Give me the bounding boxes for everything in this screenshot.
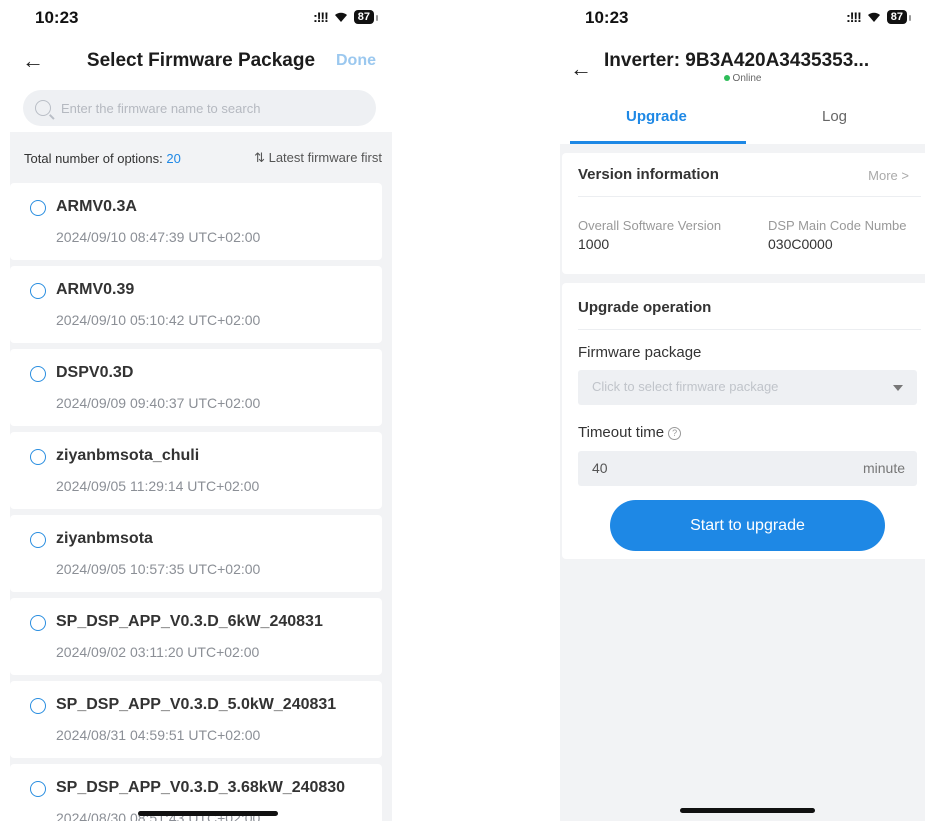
page-title: Select Firmware Package [86,50,316,71]
help-icon[interactable]: ? [668,427,682,440]
radio-button[interactable] [30,698,46,714]
online-label: Online [732,73,762,84]
total-options: Total number of options: 20 [24,151,181,166]
wifi-icon [334,11,348,23]
online-dot-icon [723,75,730,82]
signal-icon: :!!! [313,9,329,25]
timeout-value: 40 [592,460,608,476]
upgrade-operation-title: Upgrade operation [578,299,712,316]
radio-button[interactable] [30,449,46,465]
signal-icon: :!!! [846,9,862,25]
firmware-item[interactable]: ARMV0.39 2024/09/10 05:10:42 UTC+02:00 [10,266,382,343]
device-header: ← Inverter: 9B3A420A3435353... Online [560,36,925,96]
more-link[interactable]: More > [868,168,909,183]
online-status: Online [560,73,925,84]
software-version-label: Overall Software Version [578,218,722,233]
tab-bar: Upgrade Log [560,96,925,144]
chevron-down-icon [893,385,903,391]
firmware-date: 2024/09/05 10:57:35 UTC+02:00 [56,561,261,577]
tab-log[interactable]: Log [822,108,847,125]
device-title: Inverter: 9B3A420A3435353... [604,50,870,71]
firmware-package-placeholder: Click to select firmware package [592,379,779,394]
radio-button[interactable] [30,532,46,548]
firmware-select-screen: 10:23 :!!! 87 ← Select Firmware Package … [10,0,392,821]
firmware-item[interactable]: ARMV0.3A 2024/09/10 08:47:39 UTC+02:00 [10,183,382,260]
total-options-count: 20 [166,150,181,166]
firmware-name: SP_DSP_APP_V0.3.D_6kW_240831 [56,613,323,630]
firmware-item[interactable]: DSPV0.3D 2024/09/09 09:40:37 UTC+02:00 [10,349,382,426]
radio-button[interactable] [30,366,46,382]
firmware-package-label: Firmware package [578,344,702,361]
firmware-name: DSPV0.3D [56,364,134,381]
total-options-label: Total number of options: [24,150,163,166]
firmware-date: 2024/09/10 08:47:39 UTC+02:00 [56,229,261,245]
dsp-code-value: 030C0000 [768,236,833,252]
firmware-name: ARMV0.39 [56,281,135,298]
battery-icon: 87 [886,10,912,24]
firmware-name: SP_DSP_APP_V0.3.D_5.0kW_240831 [56,696,337,713]
software-version-value: 1000 [578,236,610,252]
version-information-card: Version information More > Overall Softw… [562,153,925,274]
divider [578,196,921,197]
upgrade-operation-card: Upgrade operation Firmware package Click… [562,283,925,559]
radio-button[interactable] [30,781,46,797]
divider [578,329,921,330]
firmware-item[interactable]: SP_DSP_APP_V0.3.D_6kW_240831 2024/09/02 … [10,598,382,675]
status-bar: 10:23 :!!! 87 [10,0,392,36]
options-summary: Total number of options: 20 ⇅ Latest fir… [10,140,392,176]
version-information-title: Version information [578,166,719,183]
radio-button[interactable] [30,283,46,299]
firmware-item[interactable]: ziyanbmsota 2024/09/05 10:57:35 UTC+02:0… [10,515,382,592]
search-input[interactable] [61,100,341,116]
done-button[interactable]: Done [336,52,376,70]
firmware-date: 2024/09/02 03:11:20 UTC+02:00 [56,644,260,660]
firmware-date: 2024/08/31 04:59:51 UTC+02:00 [56,727,261,743]
start-upgrade-button[interactable]: Start to upgrade [610,500,885,551]
firmware-package-select[interactable]: Click to select firmware package [578,370,917,405]
status-time: 10:23 [585,8,629,27]
tab-upgrade[interactable]: Upgrade [626,108,687,125]
home-indicator[interactable] [138,811,278,816]
firmware-name: SP_DSP_APP_V0.3.D_3.68kW_240830 [56,779,346,796]
search-bar [10,88,392,132]
status-time: 10:23 [35,8,79,27]
home-indicator[interactable] [680,808,815,813]
firmware-date: 2024/09/05 11:29:14 UTC+02:00 [56,478,260,494]
status-icons: :!!! 87 [846,9,912,25]
firmware-name: ARMV0.3A [56,198,137,215]
radio-button[interactable] [30,200,46,216]
firmware-item[interactable]: SP_DSP_APP_V0.3.D_5.0kW_240831 2024/08/3… [10,681,382,758]
dsp-code-label: DSP Main Code Numbe [768,218,907,233]
timeout-field[interactable]: 40 minute [578,451,917,486]
radio-button[interactable] [30,615,46,631]
tab-active-indicator [570,141,746,144]
wifi-icon [867,11,881,23]
battery-icon: 87 [353,10,379,24]
timeout-label: Timeout time [578,424,665,441]
search-box[interactable] [23,90,376,126]
firmware-date: 2024/09/10 05:10:42 UTC+02:00 [56,312,261,328]
timeout-label-row: Timeout time? [578,424,682,441]
status-bar: 10:23 :!!! 87 [560,0,925,36]
firmware-name: ziyanbmsota_chuli [56,447,200,464]
page-header: ← Select Firmware Package Done [10,36,392,88]
firmware-date: 2024/09/09 09:40:37 UTC+02:00 [56,395,261,411]
search-icon [35,100,51,116]
status-icons: :!!! 87 [313,9,379,25]
sort-toggle[interactable]: ⇅ Latest firmware first [254,150,382,166]
firmware-item[interactable]: ziyanbmsota_chuli 2024/09/05 11:29:14 UT… [10,432,382,509]
inverter-upgrade-screen: 10:23 :!!! 87 ← Inverter: 9B3A420A343535… [560,0,925,821]
firmware-name: ziyanbmsota [56,530,153,547]
timeout-unit: minute [862,460,905,476]
